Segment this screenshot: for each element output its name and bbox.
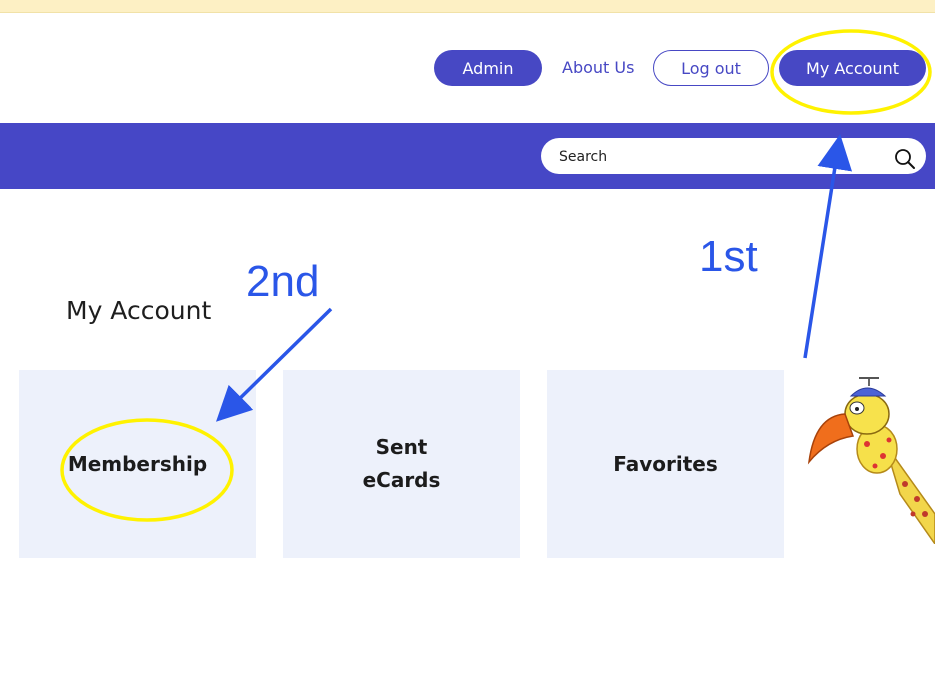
favorites-card[interactable]: Favorites xyxy=(547,370,784,558)
membership-card[interactable]: Membership xyxy=(19,370,256,558)
logout-button[interactable]: Log out xyxy=(653,50,769,86)
my-account-button[interactable]: My Account xyxy=(779,50,926,86)
about-us-link[interactable]: About Us xyxy=(562,58,634,77)
page-title: My Account xyxy=(66,296,212,325)
sent-ecards-card[interactable]: Sent eCards xyxy=(283,370,520,558)
favorites-card-label: Favorites xyxy=(613,451,718,476)
search-input[interactable] xyxy=(557,144,881,170)
admin-button[interactable]: Admin xyxy=(434,50,542,86)
membership-card-label: Membership xyxy=(67,451,208,476)
annotation-first: 1st xyxy=(699,232,758,281)
search-icon[interactable] xyxy=(893,147,917,171)
search-box[interactable] xyxy=(541,138,926,174)
annotation-second: 2nd xyxy=(246,257,320,306)
top-notice-strip xyxy=(0,0,935,13)
sent-ecards-card-label: Sent eCards xyxy=(362,435,441,492)
mascot-bird-icon xyxy=(807,377,935,544)
annotation-overlay xyxy=(60,29,932,522)
